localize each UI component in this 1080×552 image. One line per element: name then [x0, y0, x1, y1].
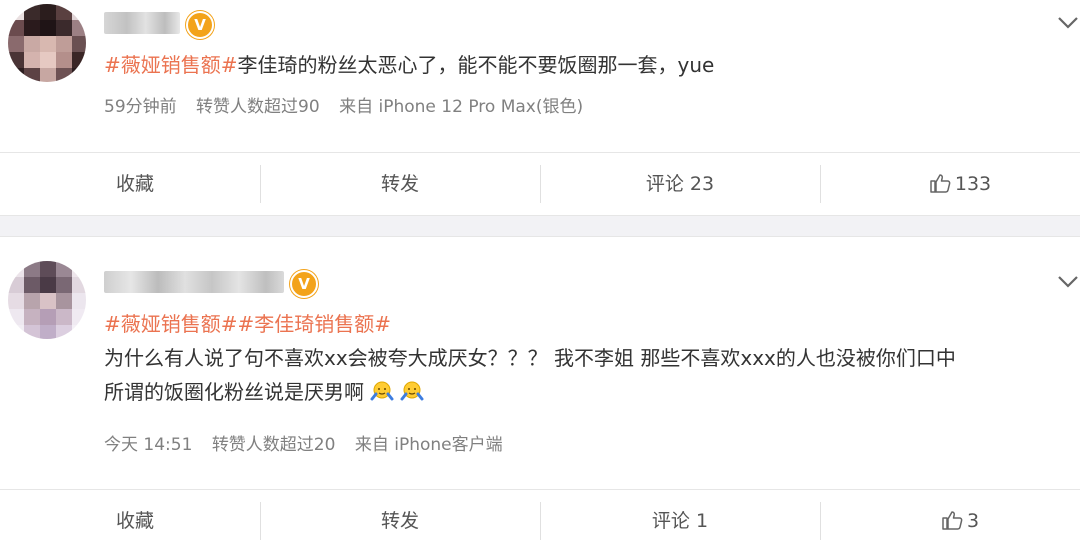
action-bar: 收藏 转发 评论 1 3 — [0, 489, 1080, 552]
like-button[interactable]: 3 — [825, 490, 1080, 552]
divider — [540, 165, 541, 203]
thumbs-up-icon — [930, 174, 951, 193]
divider — [540, 502, 541, 540]
weibo-post-2: V #薇娅销售额##李佳琦销售额# 为什么有人说了句不喜欢xx会被夸大成厌女？？… — [0, 237, 1080, 552]
repost-button[interactable]: 转发 — [265, 153, 535, 215]
repost-button[interactable]: 转发 — [265, 490, 535, 552]
favorite-button[interactable]: 收藏 — [0, 153, 270, 215]
weibo-post-1: V #薇娅销售额#李佳琦的粉丝太恶心了，能不能不要饭圈那一套，yue 59分钟前… — [0, 0, 1080, 215]
topic-link[interactable]: #李佳琦销售额# — [238, 312, 392, 336]
post-time[interactable]: 今天 14:51 — [104, 435, 192, 455]
divider — [820, 165, 821, 203]
post-body-line: 为什么有人说了句不喜欢xx会被夸大成厌女？？？ 我不李姐 那些不喜欢xxx的人也… — [104, 346, 956, 370]
favorite-button[interactable]: 收藏 — [0, 490, 270, 552]
post-text: #薇娅销售额##李佳琦销售额# 为什么有人说了句不喜欢xx会被夸大成厌女？？？ … — [104, 307, 1060, 409]
post-source: 来自 iPhone 12 Pro Max(银色) — [339, 97, 584, 117]
chevron-down-icon[interactable] — [1057, 16, 1079, 30]
shrug-emoji-icon — [370, 381, 394, 401]
like-button[interactable]: 133 — [825, 153, 1080, 215]
divider — [260, 165, 261, 203]
post-body: 所谓的饭圈化粉丝说是厌男啊 — [104, 380, 364, 404]
post-time[interactable]: 59分钟前 — [104, 97, 177, 117]
like-count: 133 — [954, 173, 992, 195]
post-text: #薇娅销售额#李佳琦的粉丝太恶心了，能不能不要饭圈那一套，yue — [104, 48, 1060, 82]
avatar[interactable] — [8, 4, 86, 82]
like-count: 3 — [966, 510, 980, 532]
username-blurred[interactable] — [104, 12, 180, 34]
action-bar: 收藏 转发 评论 23 133 — [0, 152, 1080, 215]
comment-button[interactable]: 评论 23 — [545, 153, 815, 215]
chevron-down-icon[interactable] — [1057, 275, 1079, 289]
topic-link[interactable]: #薇娅销售额# — [104, 312, 238, 336]
post-meta: 今天 14:51 转赞人数超过20 来自 iPhone客户端 — [104, 430, 517, 455]
divider — [260, 502, 261, 540]
verified-badge-icon: V — [186, 11, 214, 39]
feed-separator — [0, 215, 1080, 237]
divider — [820, 502, 821, 540]
post-topics: #薇娅销售额##李佳琦销售额# — [104, 307, 1060, 341]
avatar[interactable] — [8, 261, 86, 339]
username-blurred[interactable] — [104, 271, 284, 293]
post-body-line-2: 所谓的饭圈化粉丝说是厌男啊 — [104, 375, 1060, 409]
post-body: 李佳琦的粉丝太恶心了，能不能不要饭圈那一套，yue — [237, 53, 715, 77]
verified-badge-icon: V — [290, 270, 318, 298]
post-meta: 59分钟前 转赞人数超过90 来自 iPhone 12 Pro Max(银色) — [104, 92, 597, 117]
post-source: 来自 iPhone客户端 — [354, 435, 503, 455]
topic-link[interactable]: #薇娅销售额# — [104, 53, 238, 77]
comment-button[interactable]: 评论 1 — [545, 490, 815, 552]
thumbs-up-icon — [942, 511, 963, 530]
post-reposts-info: 转赞人数超过20 — [211, 435, 336, 455]
post-reposts-info: 转赞人数超过90 — [196, 97, 320, 117]
shrug-emoji-icon — [400, 381, 424, 401]
